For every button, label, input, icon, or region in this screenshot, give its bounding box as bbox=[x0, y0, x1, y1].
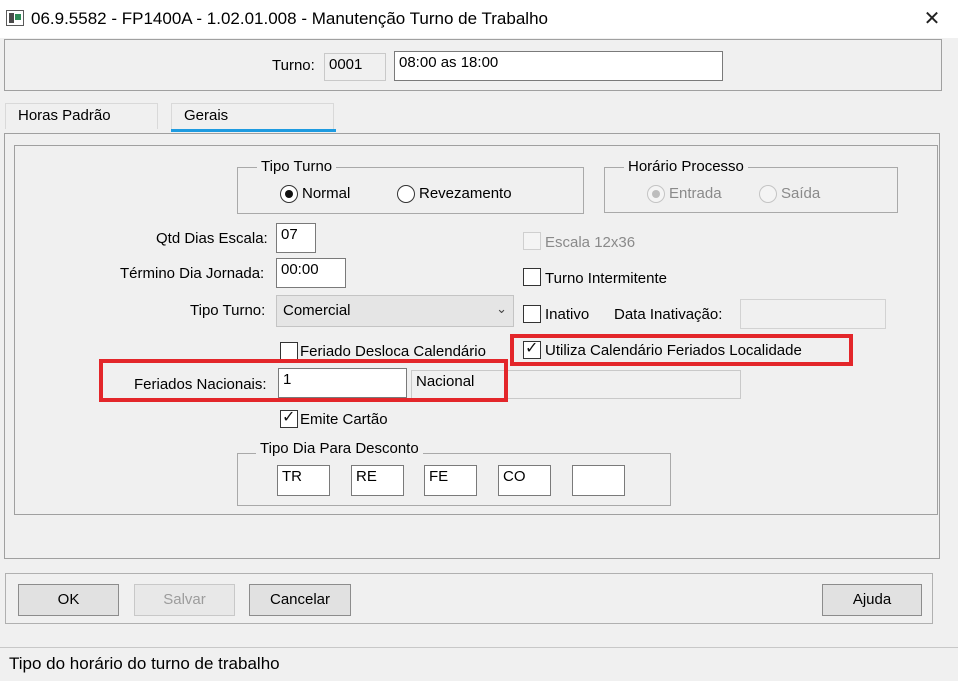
desconto-field-4[interactable]: CO bbox=[498, 465, 551, 496]
radio-revezamento[interactable] bbox=[397, 185, 415, 203]
data-inativacao-label: Data Inativação: bbox=[614, 306, 723, 323]
radio-revezamento-label: Revezamento bbox=[419, 185, 512, 202]
turno-description-field[interactable]: 08:00 as 18:00 bbox=[394, 51, 723, 81]
check-icon: ✓ bbox=[282, 409, 296, 426]
cancelar-button[interactable]: Cancelar bbox=[249, 584, 351, 616]
termino-dia-jornada-label: Término Dia Jornada: bbox=[120, 265, 265, 282]
tab-gerais[interactable]: Gerais bbox=[171, 103, 334, 129]
feriado-desloca-checkbox[interactable] bbox=[280, 342, 298, 360]
turno-intermitente-label: Turno Intermitente bbox=[545, 270, 667, 287]
turno-label: Turno: bbox=[272, 57, 315, 74]
escala-12x36-label: Escala 12x36 bbox=[545, 234, 636, 251]
radio-saida[interactable] bbox=[759, 185, 777, 203]
desconto-field-2[interactable]: RE bbox=[351, 465, 404, 496]
tipo-turno-label: Tipo Turno: bbox=[190, 302, 266, 319]
escala-12x36-checkbox[interactable] bbox=[523, 232, 541, 250]
status-separator bbox=[0, 647, 958, 648]
ok-button[interactable]: OK bbox=[18, 584, 119, 616]
qtd-dias-escala-label: Qtd Dias Escala: bbox=[156, 230, 268, 247]
tipo-turno-legend: Tipo Turno bbox=[257, 158, 337, 175]
turno-intermitente-checkbox[interactable] bbox=[523, 268, 541, 286]
desconto-field-5[interactable] bbox=[572, 465, 625, 496]
close-icon[interactable]: ✕ bbox=[912, 3, 952, 35]
window-title: 06.9.5582 - FP1400A - 1.02.01.008 - Manu… bbox=[31, 9, 548, 28]
tipo-turno-select[interactable]: Comercial ⌄ bbox=[276, 295, 514, 327]
radio-normal[interactable] bbox=[280, 185, 298, 203]
highlight-utiliza-calendario bbox=[510, 334, 853, 366]
salvar-button[interactable]: Salvar bbox=[134, 584, 235, 616]
radio-entrada-label: Entrada bbox=[669, 185, 722, 202]
desconto-field-1[interactable]: TR bbox=[277, 465, 330, 496]
radio-normal-label: Normal bbox=[302, 185, 351, 202]
ajuda-button[interactable]: Ajuda bbox=[822, 584, 922, 616]
desconto-field-3[interactable]: FE bbox=[424, 465, 477, 496]
emite-cartao-checkbox[interactable]: ✓ bbox=[280, 409, 298, 428]
radio-saida-label: Saída bbox=[781, 185, 821, 202]
tab-horas-padrao[interactable]: Horas Padrão bbox=[5, 103, 158, 129]
data-inativacao-field[interactable] bbox=[740, 299, 886, 329]
inativo-checkbox[interactable] bbox=[523, 305, 541, 323]
app-icon bbox=[6, 10, 24, 26]
horario-processo-legend: Horário Processo bbox=[624, 158, 748, 175]
feriado-desloca-label: Feriado Desloca Calendário bbox=[300, 343, 486, 360]
radio-entrada[interactable] bbox=[647, 185, 665, 203]
highlight-feriados-nacionais bbox=[99, 359, 508, 402]
emite-cartao-label: Emite Cartão bbox=[300, 411, 388, 428]
chevron-down-icon: ⌄ bbox=[496, 301, 507, 316]
tipo-turno-select-value: Comercial bbox=[283, 302, 351, 319]
termino-dia-jornada-field[interactable]: 00:00 bbox=[276, 258, 346, 288]
qtd-dias-escala-field[interactable]: 07 bbox=[276, 223, 316, 253]
status-bar-text: Tipo do horário do turno de trabalho bbox=[9, 654, 280, 673]
tipo-dia-desconto-legend: Tipo Dia Para Desconto bbox=[256, 440, 423, 457]
inativo-label: Inativo bbox=[545, 306, 590, 323]
turno-code-field[interactable]: 0001 bbox=[324, 53, 386, 81]
selected-tab-indicator bbox=[171, 129, 336, 132]
